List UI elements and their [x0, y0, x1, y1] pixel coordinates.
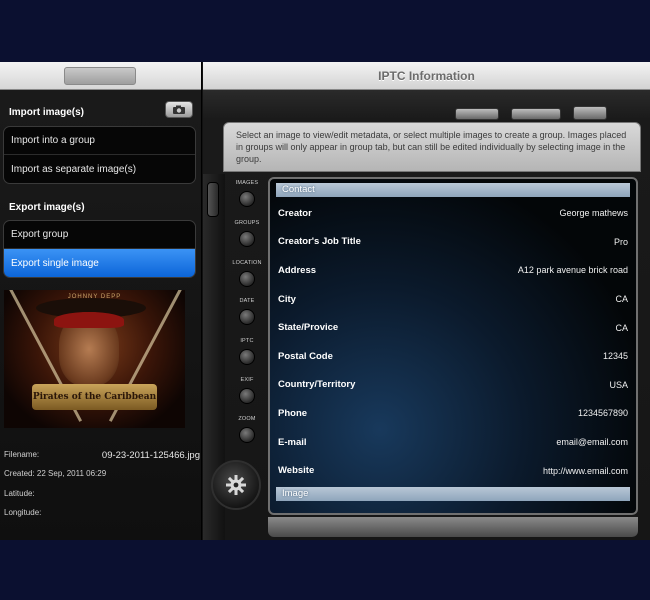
field-row-phone[interactable]: Phone 1234567890	[278, 399, 628, 428]
nav-zoom-dot	[239, 427, 255, 443]
nav-zoom-label: ZOOM	[238, 416, 256, 422]
created-label: Created: 22 Sep, 2011 06:29	[4, 469, 107, 478]
device-knob-2[interactable]	[511, 108, 561, 120]
nav-groups-label: GROUPS	[234, 220, 260, 226]
field-key: Phone	[278, 407, 308, 419]
import-separate-row[interactable]: Import as separate image(s)	[4, 155, 195, 183]
field-key: Postal Code	[278, 350, 333, 362]
field-key: Website	[278, 465, 315, 477]
nav-groups[interactable]: GROUPS	[229, 220, 265, 256]
poster-logo: Pirates of the Caribbean	[32, 384, 157, 410]
back-button[interactable]	[64, 67, 136, 85]
nav-iptc[interactable]: IPTC	[229, 338, 265, 374]
info-panel: Select an image to view/edit metadata, o…	[223, 122, 641, 172]
field-row-email[interactable]: E-mail email@email.com	[278, 428, 628, 457]
device-controls	[451, 104, 650, 122]
field-value: Pro	[613, 236, 628, 247]
left-navbar	[0, 62, 201, 90]
field-key: E-mail	[278, 436, 307, 448]
field-row-state[interactable]: State/Provice CA	[278, 313, 628, 342]
image-thumbnail[interactable]: JOHNNY DEPP Pirates of the Caribbean	[4, 290, 185, 428]
field-key: Creator's Job Title	[278, 236, 361, 248]
field-value: 1234567890	[577, 408, 628, 419]
filename-label: Filename:	[4, 450, 40, 459]
settings-button[interactable]	[211, 460, 261, 510]
field-value: CA	[615, 322, 628, 333]
field-row-creator[interactable]: Creator George mathews	[278, 199, 628, 228]
field-key: State/Provice	[278, 322, 339, 334]
nav-date-label: DATE	[239, 298, 255, 304]
field-value: USA	[609, 379, 628, 390]
export-group-row[interactable]: Export group	[4, 221, 195, 249]
nav-images-dot	[239, 191, 255, 207]
poster-bandana	[54, 312, 124, 328]
field-row-job-title[interactable]: Creator's Job Title Pro	[278, 228, 628, 257]
device-knob-3[interactable]	[573, 106, 607, 120]
nav-exif[interactable]: EXIF	[229, 377, 265, 413]
field-key: Creator	[278, 207, 312, 219]
page-title: IPTC Information	[378, 68, 475, 83]
latitude-label: Latitude:	[4, 489, 35, 498]
right-pane: IPTC Information Select an image to view…	[203, 62, 650, 540]
nav-groups-dot	[239, 231, 255, 247]
field-row-city[interactable]: City CA	[278, 285, 628, 314]
nav-zoom[interactable]: ZOOM	[229, 416, 265, 452]
nav-date-dot	[239, 309, 255, 325]
export-single-image-row[interactable]: Export single image	[4, 249, 195, 277]
section-header-image: Image	[276, 487, 630, 501]
field-value: A12 park avenue brick road	[517, 265, 628, 276]
filename-row: Filename: 09-23-2011-125466.jpg	[4, 450, 200, 461]
camera-icon	[173, 105, 185, 114]
field-row-postal-code[interactable]: Postal Code 12345	[278, 342, 628, 371]
nav-location[interactable]: LOCATION	[229, 260, 265, 296]
field-row-country[interactable]: Country/Territory USA	[278, 371, 628, 400]
import-section-label: Import image(s)	[9, 107, 85, 118]
longitude-label: Longitude:	[4, 508, 42, 517]
field-key: Country/Territory	[278, 379, 356, 391]
longitude-row: Longitude:	[4, 508, 200, 517]
field-value: email@email.com	[556, 437, 628, 448]
right-navbar: IPTC Information	[203, 62, 650, 90]
nav-iptc-dot	[239, 349, 255, 365]
export-section-label: Export image(s)	[9, 202, 85, 213]
left-pane: Import image(s) Import into a group Impo…	[0, 62, 202, 540]
nav-exif-label: EXIF	[240, 377, 254, 383]
field-value: http://www.email.com	[542, 465, 628, 476]
export-options: Export group Export single image	[3, 220, 196, 278]
iptc-table: Contact Creator George mathews Creator's…	[268, 177, 638, 515]
field-row-website[interactable]: Website http://www.email.com	[278, 456, 628, 485]
created-row: Created: 22 Sep, 2011 06:29	[4, 469, 200, 478]
mode-nav: IMAGES GROUPS LOCATION DATE IPTC EXIF ZO…	[229, 180, 265, 470]
nav-date[interactable]: DATE	[229, 298, 265, 334]
nav-images[interactable]: IMAGES	[229, 180, 265, 216]
filename-value: 09-23-2011-125466.jpg	[101, 450, 200, 461]
field-value: 12345	[602, 351, 628, 362]
nav-location-dot	[239, 271, 255, 287]
import-into-group-row[interactable]: Import into a group	[4, 127, 195, 155]
section-header-contact: Contact	[276, 183, 630, 197]
nav-images-label: IMAGES	[235, 180, 259, 186]
camera-button[interactable]	[165, 101, 193, 118]
device-bottom-bar	[268, 517, 638, 537]
latitude-row: Latitude:	[4, 489, 200, 498]
nav-exif-dot	[239, 388, 255, 404]
import-options: Import into a group Import as separate i…	[3, 126, 196, 184]
device-knob-1[interactable]	[455, 108, 499, 120]
field-value: CA	[615, 294, 628, 305]
field-key: Address	[278, 264, 317, 276]
nav-iptc-label: IPTC	[240, 338, 254, 344]
scroll-knob[interactable]	[207, 182, 219, 217]
app-window: Import image(s) Import into a group Impo…	[0, 62, 650, 540]
field-value: George mathews	[559, 208, 628, 219]
field-key: City	[278, 293, 296, 305]
nav-location-label: LOCATION	[232, 260, 262, 266]
field-row-address[interactable]: Address A12 park avenue brick road	[278, 256, 628, 285]
gear-icon	[226, 475, 246, 495]
